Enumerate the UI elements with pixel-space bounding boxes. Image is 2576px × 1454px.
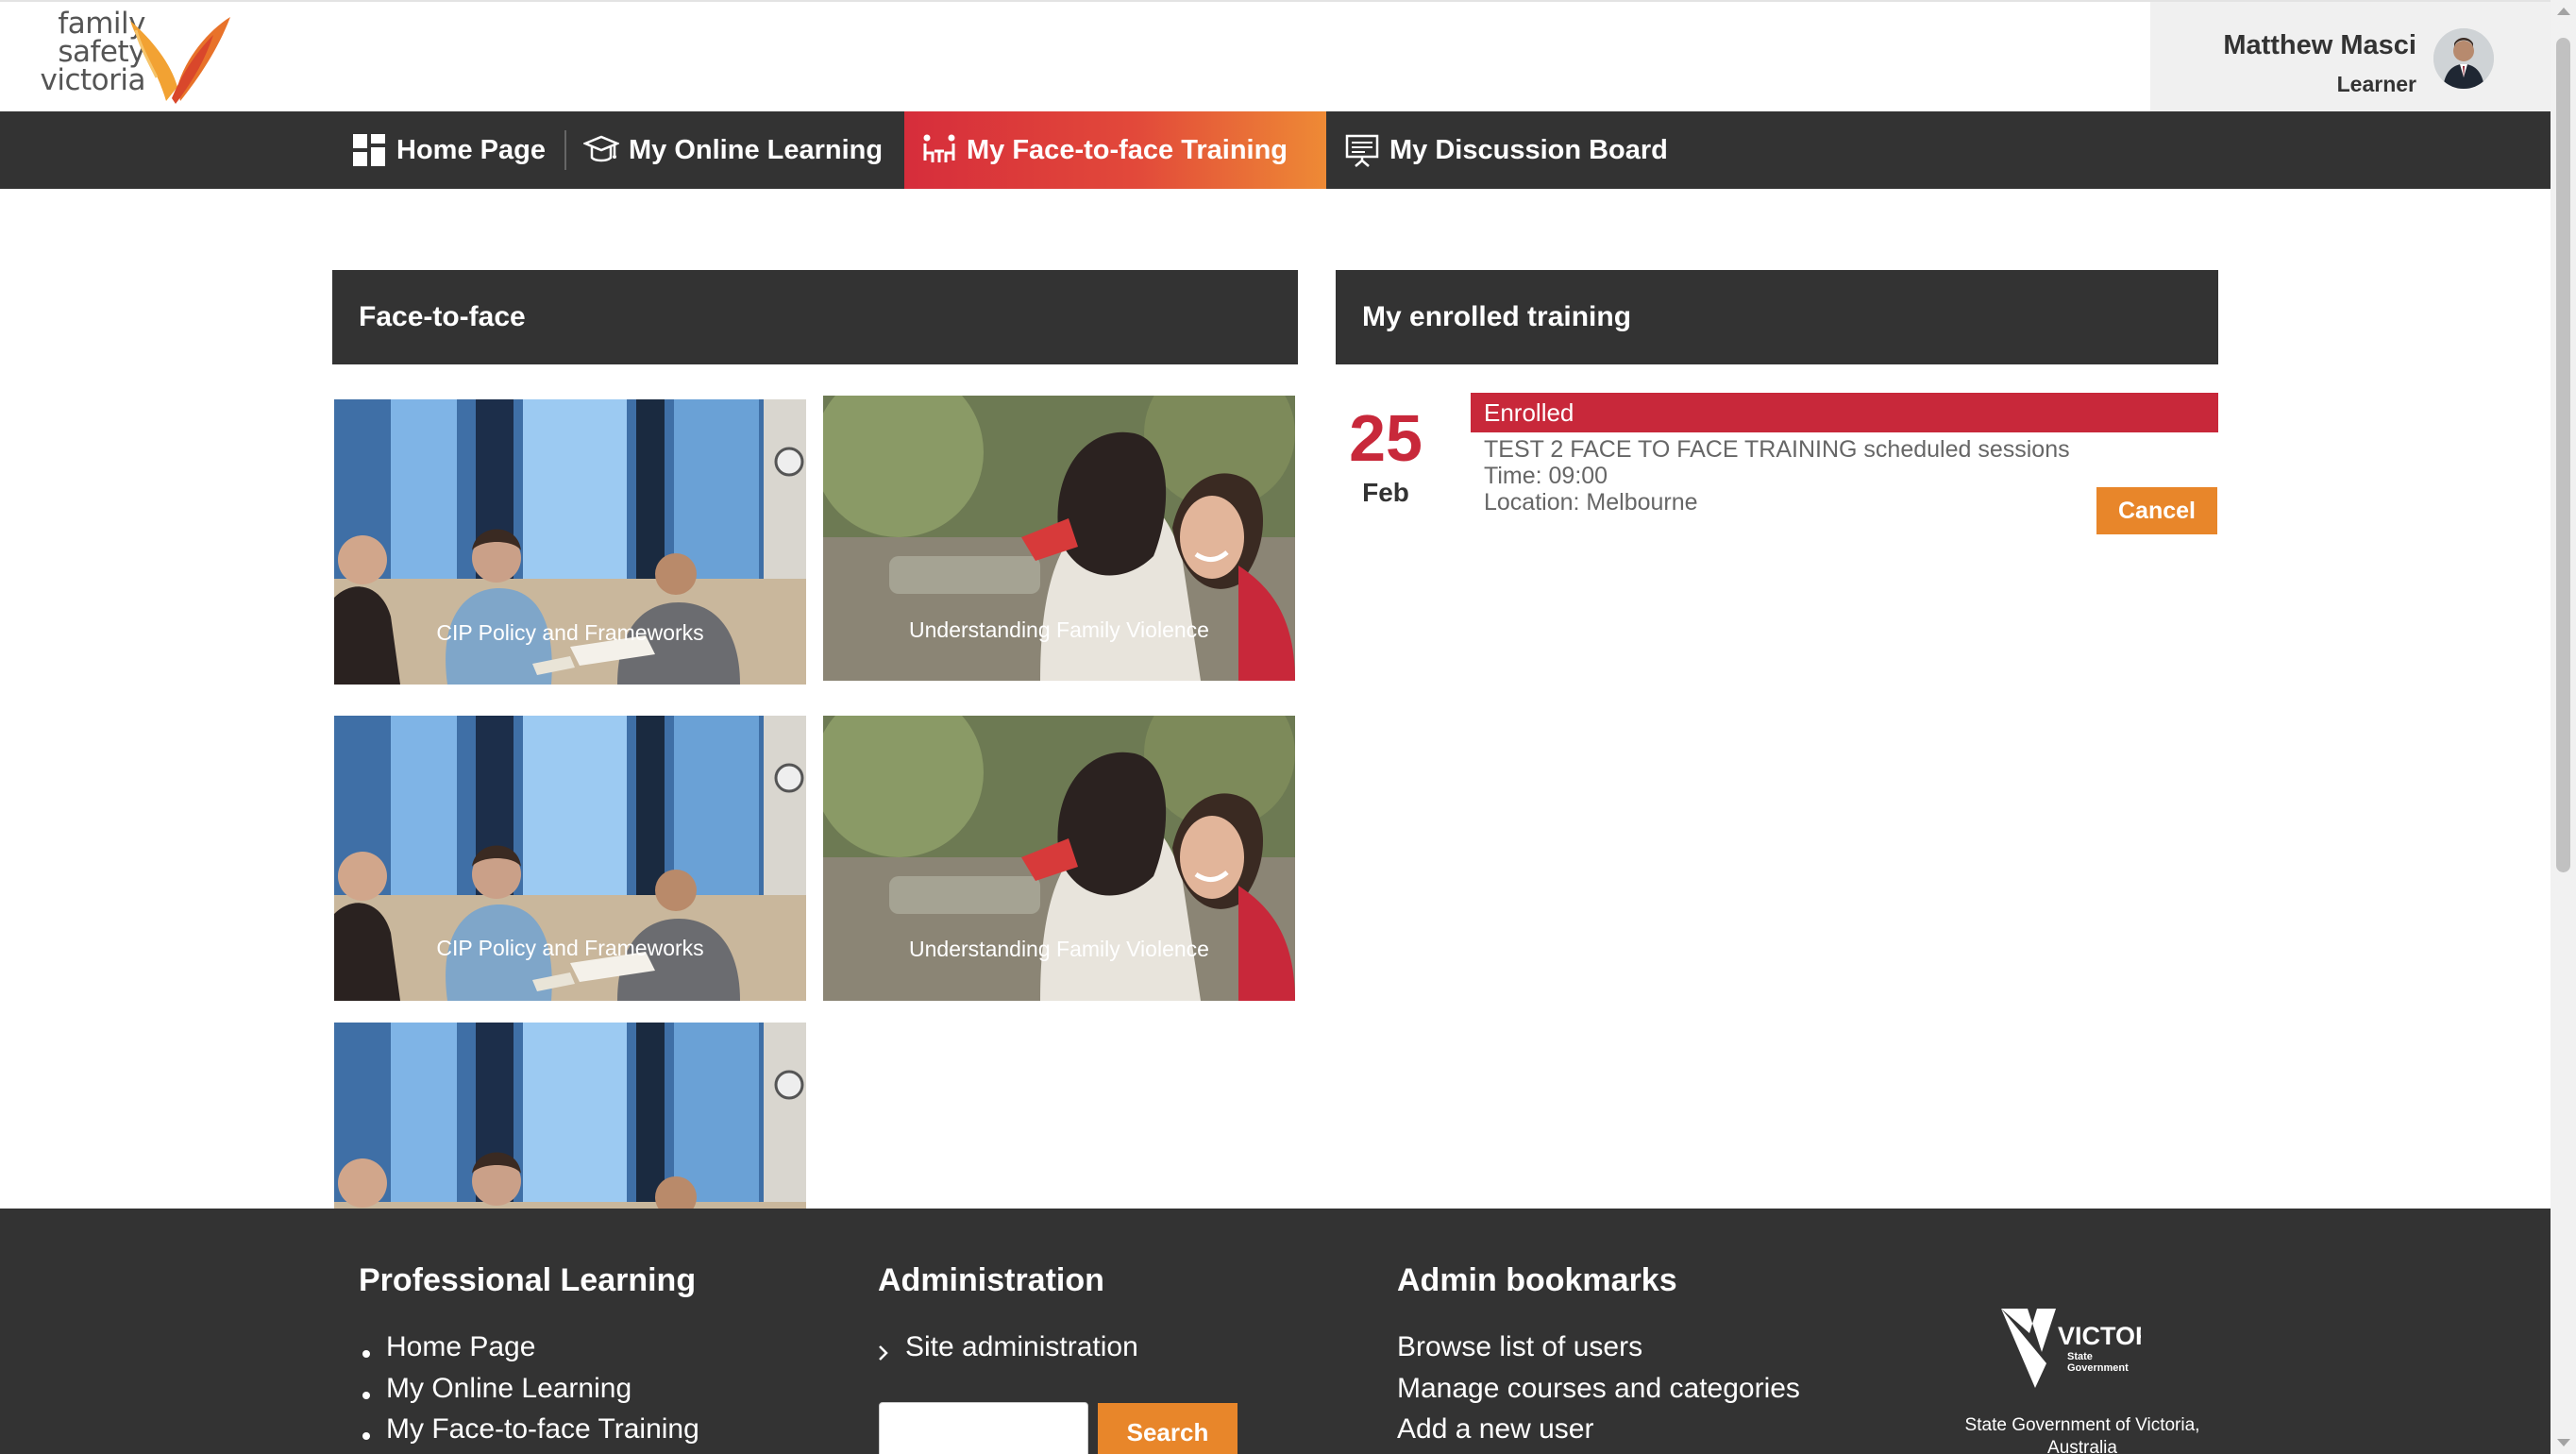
main-navigation: Home Page My Online Learning My Face-to-…: [0, 111, 2551, 189]
course-tile[interactable]: [334, 1023, 806, 1209]
panel-title: My enrolled training: [1362, 301, 1632, 332]
nav-label: Home Page: [396, 134, 546, 165]
enrollment-status-badge: Enrolled: [1471, 393, 2218, 432]
course-tile-label: CIP Policy and Frameworks: [436, 936, 704, 960]
session-time: Time: 09:00: [1484, 463, 1608, 489]
face-to-face-heading: Face-to-face: [332, 270, 1298, 364]
chevron-right-icon: [879, 1345, 888, 1361]
footer-link-add-new-user[interactable]: Add a new user: [1397, 1413, 1593, 1446]
nav-divider: [564, 130, 566, 170]
bullet: [362, 1432, 370, 1440]
butterfly-logo-icon: [130, 17, 230, 104]
session-date-month: Feb: [1362, 478, 1409, 507]
nav-label: My Face-to-face Training: [967, 134, 1288, 165]
bullet: [362, 1392, 370, 1399]
course-tile-understanding-family-violence[interactable]: Understanding Family Violence: [823, 716, 1295, 1001]
course-tile-cip-policy[interactable]: CIP Policy and Frameworks: [334, 399, 806, 685]
victoria-government-logo[interactable]: VICTORIA State Government: [1999, 1307, 2180, 1388]
user-role: Learner: [2336, 72, 2416, 96]
scroll-up-arrow-icon[interactable]: [2557, 8, 2570, 15]
footer-link-home-page[interactable]: Home Page: [386, 1331, 535, 1363]
victoria-logo-sub1: State: [2067, 1351, 2093, 1362]
nav-my-online-learning[interactable]: My Online Learning: [583, 111, 895, 189]
grid-icon: [353, 134, 385, 166]
course-tile-understanding-family-violence[interactable]: Understanding Family Violence: [823, 396, 1295, 681]
site-header: family safety victoria Matthew Masci Lea…: [0, 0, 2551, 113]
panel-title: Face-to-face: [359, 301, 526, 332]
user-avatar-icon: [2433, 28, 2494, 89]
footer-administration-title: Administration: [878, 1262, 1104, 1298]
presentation-board-icon: [1345, 134, 1379, 167]
session-location: Location: Melbourne: [1484, 489, 1698, 516]
nav-home-page[interactable]: Home Page: [351, 111, 557, 189]
footer-professional-learning-title: Professional Learning: [359, 1262, 697, 1298]
victoria-logo-sub2: Government: [2067, 1362, 2129, 1374]
footer-link-my-face-to-face-training[interactable]: My Face-to-face Training: [386, 1413, 699, 1446]
victoria-logo-icon: VICTORIA State Government: [2001, 1309, 2180, 1388]
site-footer: Professional Learning Home Page My Onlin…: [0, 1209, 2551, 1454]
victoria-logo-text: VICTORIA: [2058, 1322, 2141, 1350]
cancel-button[interactable]: Cancel: [2096, 487, 2217, 534]
footer-link-browse-users[interactable]: Browse list of users: [1397, 1331, 1642, 1363]
meeting-room-photo: [334, 1023, 806, 1209]
nav-label: My Online Learning: [629, 134, 884, 165]
footer-search-input[interactable]: [879, 1402, 1088, 1454]
avatar[interactable]: [2433, 28, 2494, 89]
course-tile-cip-policy[interactable]: CIP Policy and Frameworks: [334, 716, 806, 1001]
footer-admin-bookmarks-title: Admin bookmarks: [1397, 1262, 1677, 1298]
nav-my-face-to-face-training[interactable]: My Face-to-face Training: [904, 111, 1326, 189]
user-name: Matthew Masci: [2223, 30, 2416, 60]
nav-my-discussion-board[interactable]: My Discussion Board: [1344, 111, 1675, 189]
enrolled-training-heading: My enrolled training: [1336, 270, 2218, 364]
footer-link-manage-courses[interactable]: Manage courses and categories: [1397, 1373, 1800, 1405]
course-tile-label: Understanding Family Violence: [909, 937, 1209, 961]
graduation-cap-icon: [583, 135, 619, 162]
course-tile-label: CIP Policy and Frameworks: [436, 620, 704, 645]
people-table-icon: [923, 134, 955, 162]
victoria-caption: State Government of Victoria, Australia: [1964, 1415, 2200, 1454]
course-tile-label: Understanding Family Violence: [909, 617, 1209, 642]
scrollbar-thumb[interactable]: [2556, 38, 2570, 872]
footer-link-my-online-learning[interactable]: My Online Learning: [386, 1373, 631, 1405]
user-menu[interactable]: Matthew Masci Learner: [2150, 2, 2551, 113]
page-scrollbar[interactable]: [2551, 0, 2576, 1454]
scroll-down-arrow-icon[interactable]: [2557, 1439, 2570, 1446]
status-label: Enrolled: [1484, 397, 1574, 427]
session-title[interactable]: TEST 2 FACE TO FACE TRAINING scheduled s…: [1484, 436, 2070, 464]
family-safety-victoria-logo[interactable]: family safety victoria: [34, 9, 232, 108]
bullet: [362, 1350, 370, 1358]
footer-search-button[interactable]: Search: [1098, 1403, 1237, 1454]
session-date-day: 25: [1349, 401, 1423, 475]
footer-link-site-administration[interactable]: Site administration: [905, 1331, 1138, 1363]
nav-label: My Discussion Board: [1389, 134, 1668, 165]
